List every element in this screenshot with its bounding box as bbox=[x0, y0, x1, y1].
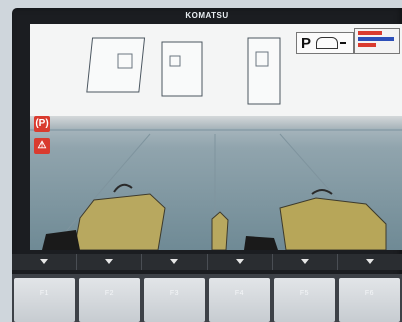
f2-button[interactable]: F2 bbox=[79, 278, 140, 322]
function-indicator-2 bbox=[77, 254, 143, 270]
parking-brake-indicator: (P) bbox=[34, 116, 50, 132]
operator-warning-indicator: ⚠ bbox=[34, 138, 50, 154]
function-button-row: F1 F2 F3 F4 F5 F6 bbox=[12, 274, 402, 322]
function-indicator-1 bbox=[12, 254, 78, 270]
f6-button[interactable]: F6 bbox=[339, 278, 400, 322]
park-status-panel: P bbox=[296, 32, 354, 54]
down-arrow-icon bbox=[170, 259, 179, 264]
f3-button[interactable]: F3 bbox=[144, 278, 205, 322]
function-indicator-5 bbox=[273, 254, 338, 270]
down-arrow-icon bbox=[365, 259, 374, 264]
down-arrow-icon bbox=[105, 259, 114, 264]
f4-label: F4 bbox=[234, 290, 245, 297]
down-arrow-icon bbox=[235, 259, 244, 264]
f2-label: F2 bbox=[104, 290, 115, 297]
info-line-2 bbox=[358, 37, 394, 41]
function-indicator-4 bbox=[208, 254, 273, 270]
f4-button[interactable]: F4 bbox=[209, 278, 270, 322]
info-panel bbox=[354, 28, 400, 54]
machine-silhouette-icon bbox=[316, 37, 339, 49]
camera-scene bbox=[30, 37, 402, 250]
function-indicator-6 bbox=[338, 254, 402, 270]
info-line-3 bbox=[358, 43, 376, 47]
f1-button[interactable]: F1 bbox=[14, 278, 75, 322]
park-letter: P bbox=[301, 34, 312, 52]
operator-warning-icon: ⚠ bbox=[37, 140, 47, 151]
info-line-1 bbox=[358, 31, 382, 35]
down-arrow-icon bbox=[300, 259, 309, 264]
parking-brake-icon: (P) bbox=[35, 118, 49, 129]
status-bar bbox=[340, 42, 347, 44]
function-indicator-row bbox=[12, 254, 402, 270]
brand-logo: KOMATSU bbox=[185, 11, 229, 20]
f1-label: F1 bbox=[39, 290, 50, 297]
f6-label: F6 bbox=[364, 290, 375, 297]
f5-label: F5 bbox=[299, 290, 310, 297]
rear-camera-view: (P) ⚠ P bbox=[30, 24, 402, 250]
f5-button[interactable]: F5 bbox=[274, 278, 335, 322]
down-arrow-icon bbox=[40, 259, 49, 264]
f3-label: F3 bbox=[169, 290, 180, 297]
function-indicator-3 bbox=[142, 254, 208, 270]
